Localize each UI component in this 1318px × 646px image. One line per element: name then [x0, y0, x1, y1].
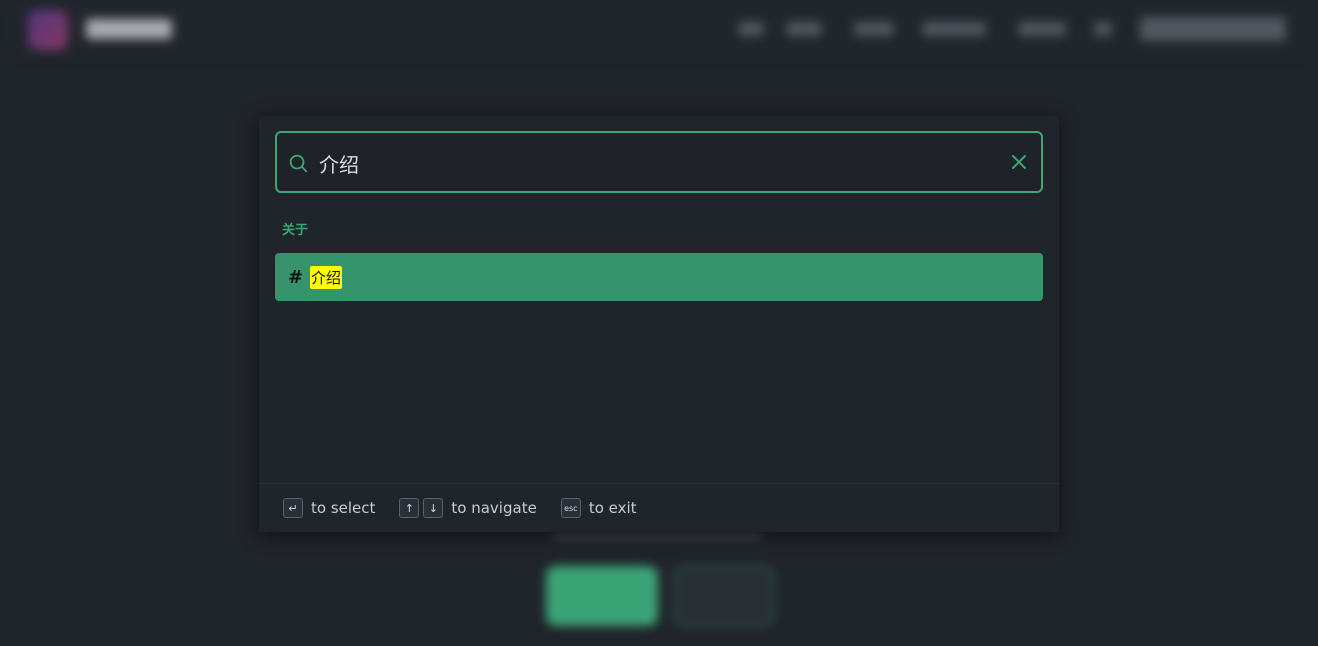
nav-item	[1018, 22, 1066, 36]
result-title: 介绍	[310, 265, 343, 289]
result-section-label: 关于	[282, 223, 309, 238]
navigate-hint-label: to navigate	[451, 499, 537, 517]
site-brand	[86, 19, 172, 39]
footer-select-hint: ↵ to select	[283, 498, 375, 518]
background-header	[0, 0, 1318, 58]
search-footer: ↵ to select ↑ ↓ to navigate esc to exit	[259, 483, 1059, 532]
close-icon[interactable]	[1009, 152, 1029, 172]
footer-navigate-hint: ↑ ↓ to navigate	[399, 498, 537, 518]
enter-key-icon: ↵	[283, 498, 303, 518]
nav-item	[1094, 22, 1112, 36]
search-input[interactable]	[317, 145, 1001, 181]
search-box	[275, 131, 1043, 193]
exit-hint-label: to exit	[588, 499, 637, 517]
search-icon	[289, 154, 308, 173]
nav-item	[786, 22, 822, 36]
background-primary-button	[546, 566, 658, 626]
site-logo	[28, 10, 68, 50]
nav-search	[1140, 17, 1286, 41]
arrow-up-key-icon: ↑	[399, 498, 420, 518]
background-secondary-button	[674, 566, 774, 626]
nav-item	[922, 22, 986, 36]
footer-exit-hint: esc to exit	[560, 498, 637, 518]
nav-item	[738, 22, 764, 36]
select-hint-label: to select	[311, 499, 376, 517]
esc-key-icon: esc	[560, 498, 581, 518]
search-result-item[interactable]: # 介绍	[275, 253, 1043, 301]
arrow-down-key-icon: ↓	[423, 498, 444, 518]
hash-icon: #	[288, 266, 304, 288]
search-modal: 关于 # 介绍 ↵ to select ↑ ↓ to navigate esc …	[259, 116, 1059, 532]
nav-item	[854, 22, 894, 36]
